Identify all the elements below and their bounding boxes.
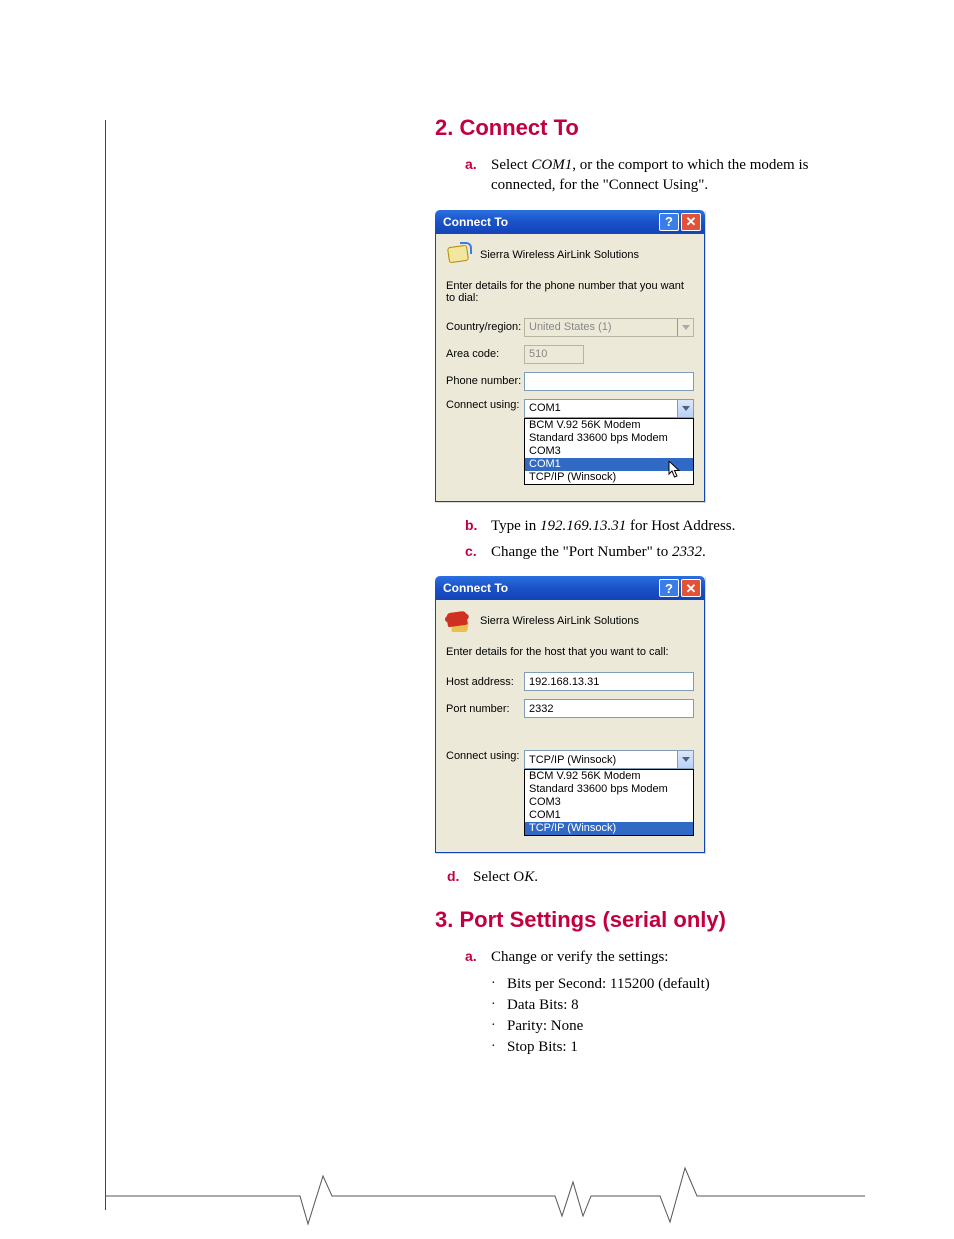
port-number-input[interactable]: 2332 xyxy=(524,699,694,718)
combo-option[interactable]: COM1 xyxy=(525,458,693,471)
connect-using-dropdown[interactable]: BCM V.92 56K ModemStandard 33600 bps Mod… xyxy=(524,769,694,836)
connect-using-combo[interactable]: COM1 BCM V.92 56K ModemStandard 33600 bp… xyxy=(524,399,694,485)
host-address-label: Host address: xyxy=(446,676,524,688)
connect-using-label: Connect using: xyxy=(446,399,524,411)
connect-using-combo[interactable]: TCP/IP (Winsock) BCM V.92 56K ModemStand… xyxy=(524,750,694,836)
phone-number-input[interactable] xyxy=(524,372,694,391)
page-footer-wave xyxy=(105,1190,865,1230)
bullet-text: Data Bits: 8 xyxy=(507,995,579,1016)
bullet-text: Bits per Second: 115200 (default) xyxy=(507,974,710,995)
bullet-item: ·Data Bits: 8 xyxy=(491,995,865,1016)
step-d: d. Select OK. xyxy=(447,867,865,887)
combo-option[interactable]: TCP/IP (Winsock) xyxy=(525,822,693,835)
phone-icon xyxy=(446,610,472,632)
combo-option[interactable]: Standard 33600 bps Modem xyxy=(525,432,693,445)
dialog-product: Sierra Wireless AirLink Solutions xyxy=(480,249,639,261)
help-button[interactable]: ? xyxy=(659,579,679,597)
dialog-prompt: Enter details for the phone number that … xyxy=(446,280,694,304)
area-code-label: Area code: xyxy=(446,348,524,360)
dialog-prompt: Enter details for the host that you want… xyxy=(446,646,694,658)
bullet-dot: · xyxy=(491,1016,507,1037)
dialog-title: Connect To xyxy=(443,215,657,229)
combo-option[interactable]: BCM V.92 56K Modem xyxy=(525,419,693,432)
chevron-down-icon[interactable] xyxy=(677,319,693,336)
modem-icon xyxy=(446,244,472,266)
close-button[interactable]: ✕ xyxy=(681,213,701,231)
combo-option[interactable]: COM3 xyxy=(525,796,693,809)
dialog-title: Connect To xyxy=(443,581,657,595)
phone-number-label: Phone number: xyxy=(446,375,524,387)
step-marker: c. xyxy=(465,542,491,562)
bullet-item: ·Parity: None xyxy=(491,1016,865,1037)
step-marker: b. xyxy=(465,516,491,536)
step-marker: d. xyxy=(447,867,473,887)
step-text: Select OK. xyxy=(473,867,865,887)
bullet-item: ·Bits per Second: 115200 (default) xyxy=(491,974,865,995)
country-label: Country/region: xyxy=(446,321,524,333)
bullet-dot: · xyxy=(491,995,507,1016)
dialog-product: Sierra Wireless AirLink Solutions xyxy=(480,615,639,627)
step-text: Select COM1, or the comport to which the… xyxy=(491,155,865,196)
step-a: a. Select COM1, or the comport to which … xyxy=(465,155,865,196)
section-3-heading: 3. Port Settings (serial only) xyxy=(435,907,865,933)
step-text: Change the "Port Number" to 2332. xyxy=(491,542,865,562)
bullet-dot: · xyxy=(491,974,507,995)
dialog-titlebar[interactable]: Connect To ? ✕ xyxy=(435,576,705,600)
combo-option[interactable]: COM3 xyxy=(525,445,693,458)
bullet-text: Parity: None xyxy=(507,1016,583,1037)
step-3a: a. Change or verify the settings: xyxy=(465,947,865,967)
step-b: b. Type in 192.169.13.31 for Host Addres… xyxy=(465,516,865,536)
step-text: Change or verify the settings: xyxy=(491,947,865,967)
connect-to-dialog-1: Connect To ? ✕ Sierra Wireless AirLink S… xyxy=(435,210,705,502)
area-code-input[interactable]: 510 xyxy=(524,345,584,364)
close-button[interactable]: ✕ xyxy=(681,579,701,597)
host-address-input[interactable]: 192.168.13.31 xyxy=(524,672,694,691)
chevron-down-icon[interactable] xyxy=(677,751,693,768)
help-button[interactable]: ? xyxy=(659,213,679,231)
combo-option[interactable]: BCM V.92 56K Modem xyxy=(525,770,693,783)
dialog-titlebar[interactable]: Connect To ? ✕ xyxy=(435,210,705,234)
step-c: c. Change the "Port Number" to 2332. xyxy=(465,542,865,562)
connect-using-dropdown[interactable]: BCM V.92 56K ModemStandard 33600 bps Mod… xyxy=(524,418,694,485)
country-select[interactable]: United States (1) xyxy=(524,318,694,337)
step-marker: a. xyxy=(465,155,491,196)
step-text: Type in 192.169.13.31 for Host Address. xyxy=(491,516,865,536)
connect-to-dialog-2: Connect To ? ✕ Sierra Wireless AirLink S… xyxy=(435,576,705,853)
page-content: 2. Connect To a. Select COM1, or the com… xyxy=(105,115,865,1058)
combo-option[interactable]: COM1 xyxy=(525,809,693,822)
combo-option[interactable]: TCP/IP (Winsock) xyxy=(525,471,693,484)
section-2-heading: 2. Connect To xyxy=(435,115,865,141)
step-marker: a. xyxy=(465,947,491,967)
bullet-text: Stop Bits: 1 xyxy=(507,1037,578,1058)
chevron-down-icon[interactable] xyxy=(677,400,693,417)
port-number-label: Port number: xyxy=(446,703,524,715)
combo-option[interactable]: Standard 33600 bps Modem xyxy=(525,783,693,796)
bullet-item: ·Stop Bits: 1 xyxy=(491,1037,865,1058)
bullet-dot: · xyxy=(491,1037,507,1058)
connect-using-label: Connect using: xyxy=(446,750,524,762)
